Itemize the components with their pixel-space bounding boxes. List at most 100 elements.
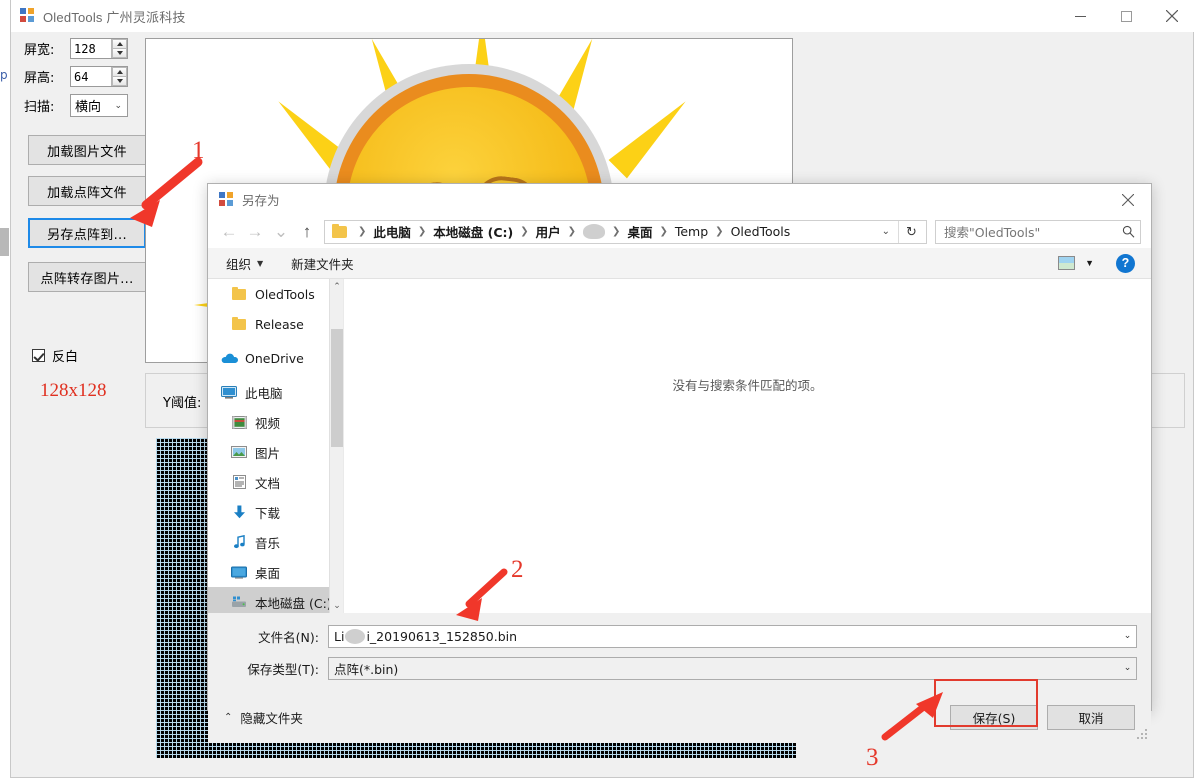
close-button[interactable] <box>1149 0 1194 32</box>
cancel-button[interactable]: 取消 <box>1047 704 1135 730</box>
view-layout-icon[interactable] <box>1058 256 1076 270</box>
folder-icon <box>230 316 248 330</box>
help-icon[interactable]: ? <box>1116 253 1135 273</box>
screen-width-spin-buttons[interactable] <box>111 39 127 58</box>
pictures-icon <box>230 446 248 458</box>
breadcrumb[interactable]: ❯ 此电脑 ❯ 本地磁盘 (C:) ❯ 用户 ❯ ❯ 桌面 ❯ Temp ❯ O… <box>324 219 927 244</box>
tree-item-music[interactable]: 音乐 <box>208 527 343 557</box>
documents-icon <box>230 475 248 489</box>
forward-button[interactable]: → <box>242 219 268 245</box>
chevron-down-icon[interactable]: ⌄ <box>874 226 898 237</box>
tree-item-onedrive[interactable]: OneDrive <box>208 343 343 373</box>
organize-menu[interactable]: 组织 ▼ <box>226 254 263 273</box>
breadcrumb-separator-icon: ❯ <box>715 226 724 237</box>
new-folder-button[interactable]: 新建文件夹 <box>291 254 354 273</box>
navigation-pane-scrollbar[interactable]: ⌃ ⌄ <box>329 279 343 613</box>
tree-item-label: 图片 <box>255 445 281 461</box>
dialog-toolbar: 组织 ▼ 新建文件夹 ▼ ? <box>208 248 1151 279</box>
up-one-level-button[interactable]: ↑ <box>294 219 320 245</box>
chevron-down-icon[interactable]: ⌄ <box>1119 631 1136 641</box>
tree-item-label: 本地磁盘 (C:) <box>255 595 332 611</box>
chevron-down-icon[interactable]: ⌄ <box>1119 663 1136 673</box>
dialog-app-icon <box>219 191 235 208</box>
hide-folders-toggle[interactable]: ⌃ 隐藏文件夹 <box>224 708 303 727</box>
local-disk-icon <box>230 596 248 608</box>
search-icon <box>1116 225 1140 238</box>
filename-field[interactable]: Li i_20190613_152850.bin ⌄ <box>328 624 1137 648</box>
breadcrumb-item-1[interactable]: 本地磁盘 (C:) <box>432 222 514 241</box>
scan-direction-select[interactable]: 横向 ⌄ <box>70 94 128 117</box>
downloads-icon <box>230 505 248 519</box>
chevron-up-icon: ⌃ <box>224 711 233 723</box>
scroll-up-icon[interactable]: ⌃ <box>330 279 343 294</box>
tree-item-label: OledTools <box>255 286 315 302</box>
breadcrumb-item-6[interactable]: OledTools <box>730 224 792 239</box>
save-bitmap-as-button[interactable]: 另存点阵到... <box>28 218 146 248</box>
spin-down-icon[interactable] <box>112 77 127 86</box>
screen-height-value: 64 <box>74 69 89 84</box>
tree-item-desktop[interactable]: 桌面 <box>208 557 343 587</box>
screen-width-value: 128 <box>74 41 96 56</box>
desktop-icon <box>230 566 248 579</box>
screen-width-stepper[interactable]: 128 <box>70 38 128 59</box>
dialog-close-button[interactable] <box>1105 184 1151 215</box>
invert-checkbox[interactable] <box>32 349 45 362</box>
breadcrumb-item-0[interactable]: 此电脑 <box>372 222 412 241</box>
spin-down-icon[interactable] <box>112 49 127 58</box>
minimize-button[interactable] <box>1057 0 1103 32</box>
tree-item-videos[interactable]: 视频 <box>208 407 343 437</box>
scan-direction-value: 横向 <box>75 100 102 115</box>
chevron-down-icon[interactable]: ▼ <box>1085 258 1094 268</box>
scrollbar-thumb[interactable] <box>331 329 343 447</box>
maximize-button[interactable] <box>1103 0 1149 32</box>
music-icon <box>230 535 248 549</box>
dialog-title-bar: 另存为 <box>208 184 1151 215</box>
app-logo-icon <box>20 8 36 24</box>
bitmap-to-image-button[interactable]: 点阵转存图片... <box>28 262 146 292</box>
load-bitmap-file-button[interactable]: 加载点阵文件 <box>28 176 146 206</box>
tree-item-this-pc[interactable]: 此电脑 <box>208 377 343 407</box>
threshold-label: Y阈值: <box>163 396 202 411</box>
scroll-down-icon[interactable]: ⌄ <box>330 598 343 613</box>
window-controls <box>1057 0 1194 32</box>
annotation-number-3: 3 <box>866 744 879 771</box>
breadcrumb-item-4[interactable]: 桌面 <box>626 222 653 241</box>
spin-up-icon[interactable] <box>112 67 127 77</box>
annotation-number-2: 2 <box>511 556 524 583</box>
tree-item-local-disk-c[interactable]: 本地磁盘 (C:) <box>208 587 343 613</box>
load-image-file-button[interactable]: 加载图片文件 <box>28 135 146 165</box>
spin-up-icon[interactable] <box>112 39 127 49</box>
recent-locations-button[interactable]: ⌄ <box>268 219 294 245</box>
folder-icon <box>230 286 248 300</box>
title-bar: OledTools 广州灵派科技 <box>11 0 1194 32</box>
breadcrumb-separator-icon: ❯ <box>567 226 577 237</box>
tree-item-release[interactable]: Release <box>208 309 343 339</box>
tree-item-oledtools[interactable]: OledTools <box>208 279 343 309</box>
filetype-value: 点阵(*.bin) <box>334 661 399 677</box>
filetype-label: 保存类型(T): <box>247 661 319 677</box>
screen-height-label: 屏高: <box>24 71 55 86</box>
screen-height-spin-buttons[interactable] <box>111 67 127 86</box>
background-window-scrollbar-artifact <box>0 228 9 256</box>
breadcrumb-item-5[interactable]: Temp <box>674 224 709 239</box>
file-list-pane[interactable]: 没有与搜索条件匹配的项。 <box>344 279 1151 613</box>
breadcrumb-item-2[interactable]: 用户 <box>535 222 562 241</box>
tree-item-pictures[interactable]: 图片 <box>208 437 343 467</box>
tree-item-downloads[interactable]: 下载 <box>208 497 343 527</box>
dialog-footer: ⌃ 隐藏文件夹 保存(S) 取消 <box>208 679 1151 743</box>
filetype-field[interactable]: 点阵(*.bin) ⌄ <box>328 656 1137 680</box>
breadcrumb-separator-icon: ❯ <box>659 226 668 237</box>
breadcrumb-item-3-redacted[interactable] <box>583 224 606 239</box>
search-input[interactable]: 搜索"OledTools" <box>935 219 1141 244</box>
refresh-icon[interactable]: ↻ <box>898 220 924 243</box>
this-pc-icon <box>220 385 238 399</box>
save-as-dialog: 另存为 ← → ⌄ ↑ ❯ 此电脑 ❯ 本地磁盘 (C:) ❯ 用户 ❯ ❯ 桌… <box>207 183 1152 743</box>
invert-checkbox-row[interactable]: 反白 <box>32 346 78 365</box>
screen-height-stepper[interactable]: 64 <box>70 66 128 87</box>
tree-item-documents[interactable]: 文档 <box>208 467 343 497</box>
chevron-down-icon: ▼ <box>257 258 264 268</box>
resize-grip-icon[interactable] <box>1137 729 1148 740</box>
breadcrumb-separator-icon: ❯ <box>612 226 621 237</box>
back-button[interactable]: ← <box>216 219 242 245</box>
dialog-body: OledTools Release OneDrive 此电脑 视频 图片 文档 … <box>208 279 1151 613</box>
